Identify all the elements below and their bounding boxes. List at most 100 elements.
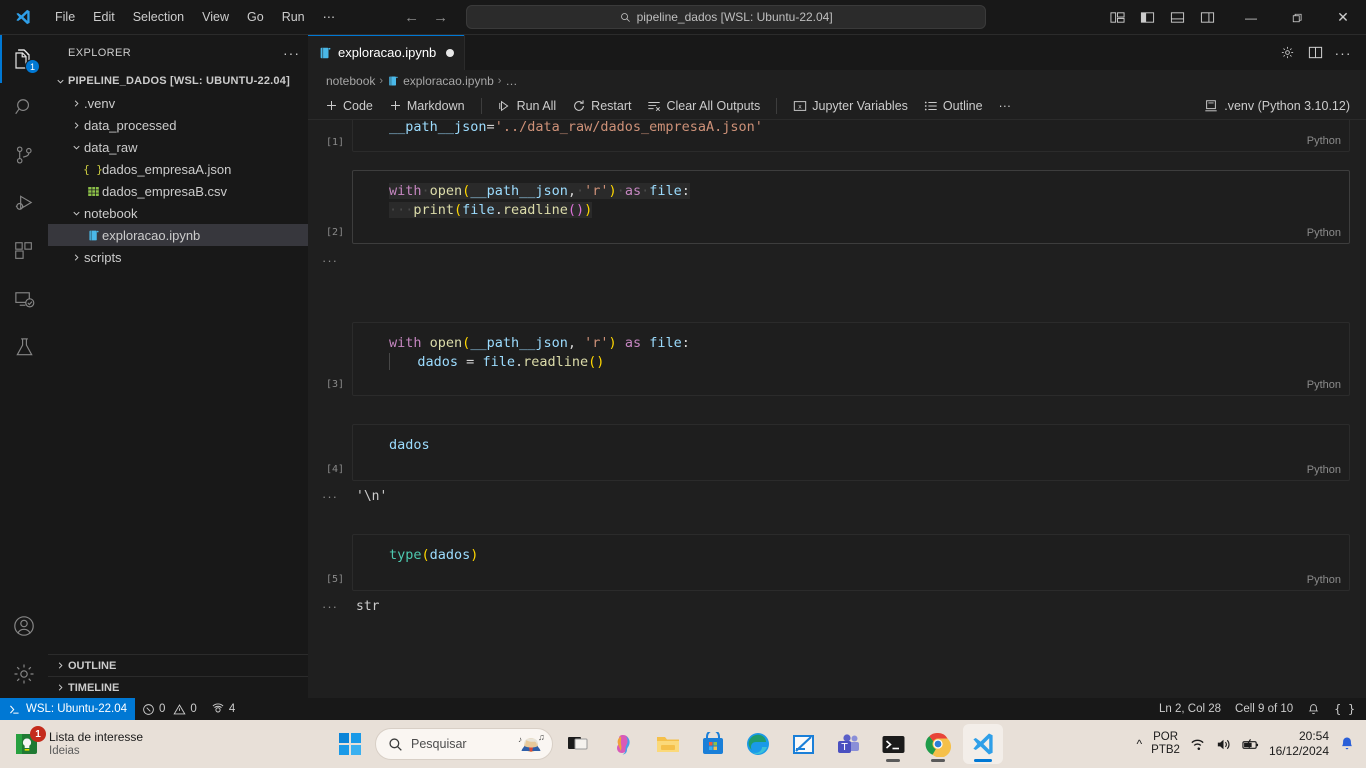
wifi-icon[interactable] (1189, 736, 1206, 753)
more-actions-icon[interactable]: ··· (1330, 40, 1356, 66)
language-indicator[interactable]: POR PTB2 (1151, 731, 1180, 757)
notebook-cell[interactable]: [5] type(dados) Python (308, 534, 1366, 591)
chevron-right-icon[interactable] (68, 120, 84, 131)
manage-settings-button[interactable] (0, 650, 48, 698)
chevron-right-icon[interactable] (52, 682, 68, 693)
sidebar-item-source-control[interactable] (0, 131, 48, 179)
snipping-tool-icon[interactable] (783, 724, 823, 764)
task-view-icon[interactable] (558, 724, 598, 764)
tab-exploracao-ipynb[interactable]: exploracao.ipynb (308, 35, 466, 70)
toggle-secondary-sidebar-icon[interactable] (1194, 5, 1220, 31)
edge-icon[interactable] (738, 724, 778, 764)
cell-editor[interactable]: with open(__path__json, 'r') as file: da… (352, 322, 1350, 396)
tree-root-folder[interactable]: PIPELINE_DADOS [WSL: UBUNTU-22.04] (48, 70, 308, 92)
chevron-right-icon[interactable] (68, 98, 84, 109)
explorer-more-actions-icon[interactable]: ··· (283, 46, 300, 60)
breadcrumb-item-file[interactable]: exploracao.ipynb (403, 74, 494, 88)
tree-item-notebook[interactable]: notebook (48, 202, 308, 224)
menu-edit[interactable]: Edit (85, 6, 123, 28)
search-input[interactable]: Pesquisar ♪ ♫ (375, 728, 553, 760)
sidebar-item-search[interactable] (0, 83, 48, 131)
breadcrumb-item-notebook[interactable]: notebook (326, 74, 375, 88)
add-code-cell-button[interactable]: Code (318, 95, 380, 117)
cell-editor[interactable]: with·open(__path__json,·'r')·as·file: ··… (352, 170, 1350, 244)
sidebar-item-extensions[interactable] (0, 227, 48, 275)
battery-icon[interactable] (1241, 736, 1260, 753)
notebook-more-actions-button[interactable]: ··· (992, 95, 1019, 117)
notebook-cell[interactable]: [2] with·open(__path__json,·'r')·as·file… (308, 170, 1366, 244)
add-markdown-cell-button[interactable]: Markdown (382, 95, 472, 117)
teams-icon[interactable]: T (828, 724, 868, 764)
arrow-left-icon[interactable]: ← (404, 10, 419, 25)
settings-gear-icon[interactable] (1274, 40, 1300, 66)
toggle-panel-icon[interactable] (1164, 5, 1190, 31)
chevron-right-icon[interactable] (52, 660, 68, 671)
tree-item-dados-empresaB-csv[interactable]: dados_empresaB.csv (48, 180, 308, 202)
cell-language-label[interactable]: Python (1307, 379, 1341, 391)
jupyter-variables-button[interactable]: x Jupyter Variables (786, 95, 915, 117)
copilot-icon[interactable] (603, 724, 643, 764)
menu-more[interactable]: ⋯ (315, 6, 344, 28)
composer-avatar-icon[interactable]: ♪ ♫ (516, 731, 546, 757)
accounts-button[interactable] (0, 602, 48, 650)
menu-file[interactable]: File (47, 6, 83, 28)
output-collapse-icon[interactable]: ··· (308, 252, 352, 270)
chevron-up-icon[interactable]: ^ (1137, 737, 1143, 751)
tab-dirty-indicator[interactable] (446, 48, 455, 57)
volume-icon[interactable] (1215, 736, 1232, 753)
tree-item-data-raw[interactable]: data_raw (48, 136, 308, 158)
windows-start-icon[interactable] (330, 724, 370, 764)
status-problems[interactable]: 0 0 (135, 698, 204, 720)
notebook-cell[interactable]: [1] __path__json='../data_raw/dados_empr… (308, 120, 1366, 152)
toggle-primary-sidebar-icon[interactable] (1134, 5, 1160, 31)
cell-editor[interactable]: type(dados) Python (352, 534, 1350, 591)
tree-item-data-processed[interactable]: data_processed (48, 114, 308, 136)
chevron-down-icon[interactable] (68, 208, 84, 219)
window-maximize-button[interactable] (1274, 0, 1320, 35)
outline-panel-header[interactable]: OUTLINE (48, 654, 308, 676)
restart-kernel-button[interactable]: Restart (565, 95, 638, 117)
bell-icon[interactable] (1338, 735, 1356, 753)
command-center[interactable]: pipeline_dados [WSL: Ubuntu-22.04] (466, 5, 987, 29)
tree-item-dados-empresaA-json[interactable]: { } dados_empresaA.json (48, 158, 308, 180)
sidebar-item-remote-explorer[interactable] (0, 275, 48, 323)
menu-go[interactable]: Go (239, 6, 272, 28)
status-format-braces[interactable]: { } (1327, 698, 1362, 720)
taskbar-widget[interactable]: 1 Lista de interesse Ideias (0, 726, 330, 758)
cell-language-label[interactable]: Python (1307, 135, 1341, 147)
folder-icon[interactable] (648, 724, 688, 764)
store-icon[interactable] (693, 724, 733, 764)
window-minimize-button[interactable]: — (1228, 0, 1274, 35)
tree-item-exploracao-ipynb[interactable]: exploracao.ipynb (48, 224, 308, 246)
status-cell-position[interactable]: Cell 9 of 10 (1228, 698, 1300, 720)
status-cursor-position[interactable]: Ln 2, Col 28 (1152, 698, 1228, 720)
status-remote-indicator[interactable]: WSL: Ubuntu-22.04 (0, 698, 136, 720)
run-all-button[interactable]: Run All (491, 95, 564, 117)
menu-run[interactable]: Run (274, 6, 313, 28)
notebook-cell[interactable]: [3] with open(__path__json, 'r') as file… (308, 322, 1366, 396)
customize-layout-icon[interactable] (1104, 5, 1130, 31)
split-editor-icon[interactable] (1302, 40, 1328, 66)
cell-editor[interactable]: __path__json='../data_raw/dados_empresaA… (352, 120, 1350, 152)
timeline-panel-header[interactable]: TIMELINE (48, 676, 308, 698)
cell-editor[interactable]: dados Python (352, 424, 1350, 481)
notebook-cell[interactable]: [4] dados Python (308, 424, 1366, 481)
status-notifications[interactable] (1300, 698, 1327, 720)
cell-language-label[interactable]: Python (1307, 464, 1341, 476)
chrome-icon[interactable] (918, 724, 958, 764)
kernel-selector[interactable]: .venv (Python 3.10.12) (1198, 97, 1356, 115)
chevron-down-icon[interactable] (68, 142, 84, 153)
cell-language-label[interactable]: Python (1307, 574, 1341, 586)
arrow-right-icon[interactable]: → (433, 10, 448, 25)
vscode-icon[interactable] (963, 724, 1003, 764)
taskbar-clock[interactable]: 20:54 16/12/2024 (1269, 729, 1329, 759)
chevron-right-icon[interactable] (68, 252, 84, 263)
notebook-cells-container[interactable]: [1] __path__json='../data_raw/dados_empr… (308, 120, 1366, 676)
window-close-button[interactable]: ✕ (1320, 0, 1366, 35)
sidebar-item-testing[interactable] (0, 323, 48, 371)
status-ports[interactable]: 4 (204, 698, 242, 720)
sidebar-item-explorer[interactable]: 1 (0, 35, 48, 83)
breadcrumb-item-more[interactable]: … (505, 74, 517, 88)
menu-selection[interactable]: Selection (125, 6, 192, 28)
terminal-icon[interactable] (873, 724, 913, 764)
